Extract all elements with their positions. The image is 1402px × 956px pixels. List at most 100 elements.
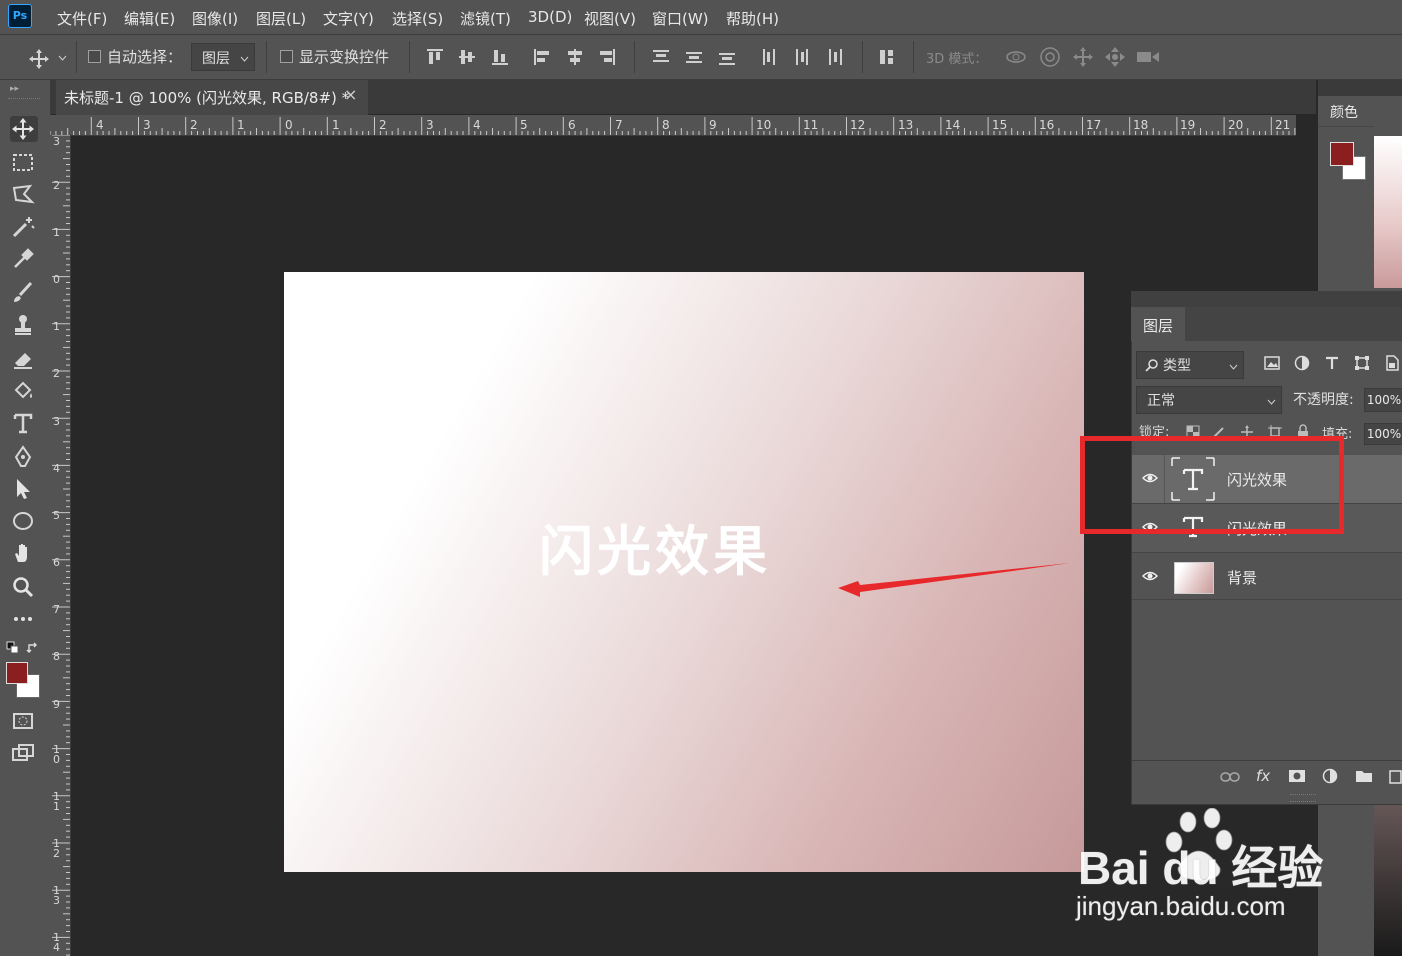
filter-type-icon[interactable]	[1324, 355, 1340, 371]
zoom-tool[interactable]	[10, 574, 38, 600]
magic-wand-tool[interactable]	[10, 214, 38, 240]
filter-smart-object-icon[interactable]	[1384, 355, 1400, 371]
marquee-tool[interactable]	[10, 150, 38, 176]
menu-type[interactable]: 文字(Y)	[323, 8, 374, 29]
collapse-arrows-icon[interactable]: ▸▸	[10, 84, 19, 94]
ruler-label: 17	[1086, 118, 1102, 132]
type-icon	[13, 413, 33, 434]
fill-input[interactable]: 100%	[1364, 423, 1402, 445]
new-layer-icon[interactable]	[1388, 768, 1402, 784]
vertical-ruler[interactable]: 3 2 1 0 1 2 3 4 5 6 7 8 9 10 11 12 13 14	[50, 135, 71, 956]
align-right-icon[interactable]	[597, 47, 617, 67]
menu-3d[interactable]: 3D(D)	[528, 8, 572, 26]
path-selection-tool[interactable]	[10, 476, 38, 502]
color-panel-tab[interactable]: 颜色	[1318, 96, 1374, 127]
layer-name[interactable]: 背景	[1227, 567, 1257, 588]
move-tool[interactable]	[10, 116, 38, 142]
color-spectrum-bottom[interactable]	[1374, 796, 1402, 956]
color-panel-foreground-swatch[interactable]	[1330, 142, 1354, 166]
horizontal-ruler[interactable]: 4 3 2 1 0 1 2 3 4 5 6 7 8 9 10 11 12 13 …	[50, 115, 1296, 136]
filter-adjustment-icon[interactable]	[1294, 355, 1310, 371]
orbit-3d-icon[interactable]	[1004, 45, 1028, 69]
layer-filter-dropdown[interactable]: 类型	[1136, 351, 1244, 379]
canvas-text-layer[interactable]: 闪光效果	[539, 507, 771, 586]
menu-filter[interactable]: 滤镜(T)	[460, 8, 511, 29]
brush-tool[interactable]	[10, 280, 38, 306]
distribute-top-icon[interactable]	[651, 47, 671, 67]
foreground-color-swatch[interactable]	[6, 662, 28, 684]
distribute-left-icon[interactable]	[760, 47, 780, 67]
add-mask-icon[interactable]	[1288, 769, 1306, 783]
close-tab-icon[interactable]: ×	[344, 85, 357, 104]
new-adjustment-layer-icon[interactable]	[1322, 768, 1338, 784]
menu-edit[interactable]: 编辑(E)	[124, 8, 175, 29]
ruler-label: 7	[615, 118, 623, 132]
slide-3d-icon[interactable]	[1103, 45, 1127, 69]
ruler-label: 8	[662, 118, 670, 132]
more-tools[interactable]	[10, 606, 38, 632]
ruler-label: 2	[53, 367, 60, 380]
ellipse-tool[interactable]	[10, 508, 38, 534]
paint-bucket-icon	[14, 381, 32, 399]
eraser-tool[interactable]	[10, 346, 38, 372]
align-left-icon[interactable]	[532, 47, 552, 67]
menu-select[interactable]: 选择(S)	[392, 8, 443, 29]
auto-select-checkbox[interactable]	[88, 50, 101, 63]
blend-mode-dropdown[interactable]: 正常	[1136, 386, 1282, 414]
filter-image-icon[interactable]	[1264, 355, 1280, 371]
menu-layer[interactable]: 图层(L)	[256, 8, 306, 29]
ruler-label: 12	[850, 118, 866, 132]
distribute-right-icon[interactable]	[825, 47, 845, 67]
quick-mask-tool[interactable]	[10, 708, 38, 734]
move-tool-icon[interactable]	[28, 48, 50, 70]
paint-bucket-tool[interactable]	[10, 378, 38, 404]
layer-effects-icon[interactable]: fx	[1256, 767, 1270, 785]
link-layers-icon[interactable]	[1220, 770, 1240, 784]
visibility-eye-icon[interactable]	[1142, 568, 1158, 584]
auto-select-label: 自动选择：	[107, 48, 183, 66]
swap-colors-icon[interactable]	[26, 641, 40, 655]
ruler-label: 11	[803, 118, 819, 132]
menu-image[interactable]: 图像(I)	[192, 8, 238, 29]
ruler-label: 18	[1133, 118, 1149, 132]
new-group-folder-icon[interactable]	[1355, 769, 1373, 783]
pan-3d-icon[interactable]	[1071, 45, 1095, 69]
resize-grip[interactable]	[1290, 794, 1316, 802]
hand-tool[interactable]	[10, 540, 38, 566]
layers-panel-header[interactable]	[1131, 291, 1402, 307]
align-hcenter-icon[interactable]	[565, 47, 585, 67]
menu-window[interactable]: 窗口(W)	[652, 8, 709, 29]
video-camera-3d-icon[interactable]	[1135, 45, 1161, 69]
distribute-hcenter-icon[interactable]	[792, 47, 812, 67]
align-bottom-icon[interactable]	[490, 47, 510, 67]
align-vcenter-icon[interactable]	[457, 47, 477, 67]
color-spectrum[interactable]	[1374, 136, 1402, 288]
ruler-label: 11	[53, 790, 60, 813]
lasso-tool[interactable]	[10, 182, 38, 208]
roll-3d-icon[interactable]	[1038, 45, 1062, 69]
show-transform-checkbox[interactable]	[280, 50, 293, 63]
ruler-label: 3	[426, 118, 434, 132]
eyedropper-tool[interactable]	[10, 246, 38, 272]
filter-shape-icon[interactable]	[1354, 355, 1370, 371]
distribute-bottom-icon[interactable]	[717, 47, 737, 67]
menu-view[interactable]: 视图(V)	[584, 8, 636, 29]
opacity-input[interactable]: 100%	[1364, 388, 1402, 412]
stamp-tool[interactable]	[10, 312, 38, 338]
auto-align-icon[interactable]	[877, 47, 897, 67]
auto-select-dropdown[interactable]: 图层	[191, 43, 255, 71]
menu-file[interactable]: 文件(F)	[57, 8, 107, 29]
distribute-vcenter-icon[interactable]	[684, 47, 704, 67]
pen-tool[interactable]	[10, 444, 38, 470]
layer-row-background[interactable]: 背景	[1132, 553, 1402, 600]
screen-mode-tool[interactable]	[10, 740, 38, 766]
chevron-down-icon[interactable]	[58, 55, 67, 61]
menu-help[interactable]: 帮助(H)	[726, 8, 779, 29]
layers-tab[interactable]: 图层	[1131, 307, 1185, 341]
ruler-label: 0	[285, 118, 293, 132]
document-tab[interactable]: 未标题-1 @ 100% (闪光效果, RGB/8#) * ×	[56, 80, 368, 115]
divider	[76, 41, 77, 73]
default-colors-icon[interactable]	[6, 641, 20, 655]
align-top-icon[interactable]	[425, 47, 445, 67]
type-tool[interactable]	[10, 410, 38, 436]
